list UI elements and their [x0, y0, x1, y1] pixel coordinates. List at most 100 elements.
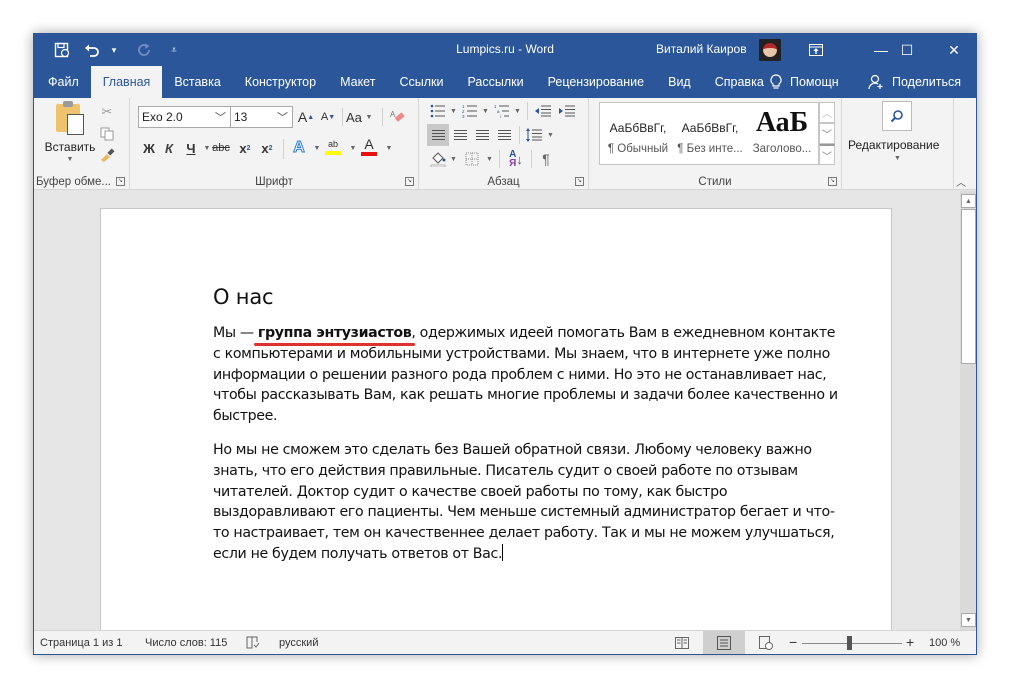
styles-scroll-up[interactable]: ︿ [819, 102, 835, 123]
tab-file[interactable]: Файл [36, 66, 91, 98]
clipboard-dialog-launcher[interactable]: ↘ [116, 177, 125, 186]
ribbon-display-options-button[interactable] [793, 34, 839, 66]
numbering-dropdown[interactable]: ▼ [482, 108, 489, 115]
tab-help[interactable]: Справка [703, 66, 776, 98]
shrink-font-button[interactable]: A ▼ [319, 106, 337, 128]
styles-scroll-down[interactable]: ﹀ [819, 123, 835, 144]
maximize-button[interactable]: ☐ [884, 34, 930, 66]
collapse-ribbon-button[interactable]: ︿ [956, 174, 966, 189]
tell-me-button[interactable]: Помощн [770, 66, 839, 98]
document-heading[interactable]: О нас [213, 285, 843, 309]
page-count[interactable]: Страница 1 из 1 [40, 637, 122, 649]
chevron-down-icon[interactable]: ﹀ [277, 109, 288, 125]
tab-view[interactable]: Вид [656, 66, 703, 98]
shading-dropdown[interactable]: ▼ [450, 156, 457, 163]
justify-button[interactable] [493, 124, 515, 146]
font-name-combo[interactable]: Exo 2.0 ﹀ [138, 106, 231, 128]
tab-home[interactable]: Главная [90, 66, 163, 98]
zoom-in-button[interactable]: + [906, 634, 914, 650]
font-color-button[interactable]: A [360, 135, 378, 157]
borders-button[interactable] [461, 148, 483, 170]
print-layout-button[interactable] [703, 631, 745, 654]
save-button[interactable] [52, 40, 72, 60]
styles-dialog-launcher[interactable]: ↘ [828, 177, 837, 186]
subscript-button[interactable]: x2 [236, 137, 254, 159]
vertical-scrollbar[interactable]: ▲ ▼ [960, 191, 976, 630]
tab-insert[interactable]: Вставка [162, 66, 232, 98]
format-painter-button[interactable] [98, 146, 116, 164]
scroll-thumb[interactable] [961, 209, 976, 364]
paragraph-2[interactable]: Но мы не сможем это сделать без Вашей об… [213, 440, 843, 565]
paste-button[interactable]: Вставить ▼ [44, 101, 96, 164]
language[interactable]: русский [279, 637, 318, 649]
proofing-button[interactable] [246, 635, 260, 652]
user-name[interactable]: Виталий Каиров [656, 42, 747, 56]
increase-indent-button[interactable] [556, 100, 578, 122]
font-size-combo[interactable]: 13 ﹀ [230, 106, 293, 128]
paragraph-dialog-launcher[interactable]: ↘ [575, 177, 584, 186]
paragraph-1[interactable]: Мы — группа энтузиастов, одержимых идеей… [213, 323, 843, 427]
shading-button[interactable] [427, 148, 449, 170]
bold-selected-text[interactable]: группа энтузиастов [258, 325, 412, 341]
avatar[interactable] [759, 39, 781, 61]
customize-qat-button[interactable]: ⩡ [164, 40, 184, 60]
bullets-button[interactable] [427, 100, 449, 122]
scroll-down-button[interactable]: ▼ [961, 613, 976, 627]
line-spacing-dropdown[interactable]: ▼ [547, 132, 554, 139]
copy-button[interactable] [98, 125, 116, 143]
italic-button[interactable]: К [160, 137, 178, 159]
share-button[interactable]: Поделиться [868, 66, 961, 98]
multilevel-dropdown[interactable]: ▼ [514, 108, 521, 115]
bold-button[interactable]: Ж [140, 137, 158, 159]
align-center-button[interactable] [449, 124, 471, 146]
zoom-out-button[interactable]: − [789, 634, 797, 650]
tab-layout[interactable]: Макет [328, 66, 387, 98]
borders-dropdown[interactable]: ▼ [486, 156, 493, 163]
zoom-slider-thumb[interactable] [847, 636, 852, 650]
align-right-button[interactable] [471, 124, 493, 146]
style-heading[interactable]: АаБ Заголово... [746, 107, 818, 161]
change-case-button[interactable]: Aa ▼ [346, 106, 372, 128]
scroll-up-button[interactable]: ▲ [961, 194, 976, 208]
document-page[interactable]: О нас Мы — группа энтузиастов, одержимых… [100, 208, 892, 630]
undo-button[interactable] [82, 40, 102, 60]
editing-label[interactable]: Редактирование [848, 138, 939, 152]
text-effects-button[interactable]: A [290, 137, 308, 159]
show-formatting-button[interactable]: ¶ [535, 148, 557, 170]
grow-font-button[interactable]: A ▲ [297, 106, 315, 128]
styles-more-button[interactable]: ﹀ [819, 144, 835, 165]
style-normal[interactable]: АаБбВвГг, ¶ Обычный [602, 107, 674, 161]
superscript-button[interactable]: x2 [258, 137, 276, 159]
tab-references[interactable]: Ссылки [387, 66, 455, 98]
read-mode-button[interactable] [661, 631, 703, 654]
tab-design[interactable]: Конструктор [233, 66, 328, 98]
cut-button[interactable]: ✂ [98, 103, 116, 121]
word-count[interactable]: Число слов: 115 [145, 637, 227, 649]
sort-button[interactable]: А Я ↓ [505, 148, 527, 170]
find-button[interactable] [882, 101, 912, 131]
undo-dropdown[interactable]: ▾ [104, 40, 124, 60]
clear-formatting-button[interactable]: A [388, 106, 406, 128]
highlight-button[interactable]: ab [324, 136, 342, 158]
web-layout-button[interactable] [745, 631, 787, 654]
strikethrough-button[interactable]: abc [212, 137, 230, 159]
zoom-slider-track[interactable] [802, 643, 902, 644]
bullets-dropdown[interactable]: ▼ [450, 108, 457, 115]
line-spacing-button[interactable] [523, 124, 545, 146]
font-dialog-launcher[interactable]: ↘ [405, 177, 414, 186]
zoom-level[interactable]: 100 % [929, 637, 960, 649]
align-left-button[interactable] [427, 124, 449, 146]
font-color-dropdown[interactable]: ▼ [380, 137, 398, 159]
tab-review[interactable]: Рецензирование [536, 66, 657, 98]
chevron-down-icon[interactable]: ﹀ [215, 109, 226, 125]
close-button[interactable]: ✕ [931, 34, 976, 66]
numbering-button[interactable]: 123 [459, 100, 481, 122]
style-no-spacing[interactable]: АаБбВвГг, ¶ Без инте... [674, 107, 746, 161]
redo-button[interactable] [134, 40, 154, 60]
separator [499, 150, 500, 168]
tab-mailings[interactable]: Рассылки [455, 66, 535, 98]
decrease-indent-button[interactable] [532, 100, 554, 122]
chevron-down-icon[interactable]: ▼ [894, 155, 901, 162]
document-body[interactable]: О нас Мы — группа энтузиастов, одержимых… [213, 285, 843, 578]
multilevel-list-button[interactable]: 1ai [491, 100, 513, 122]
